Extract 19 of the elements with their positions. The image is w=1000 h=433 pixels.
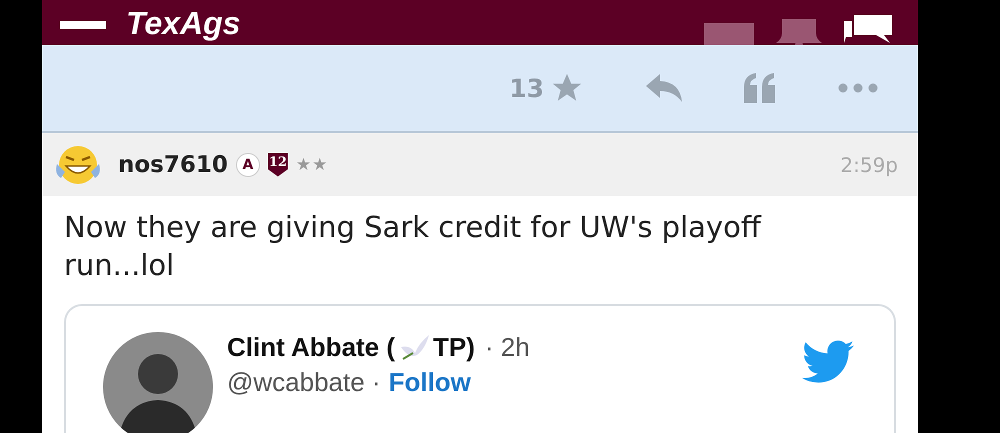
tweet-age: · 2h: [484, 332, 530, 363]
like-count: 13: [509, 74, 544, 102]
bell-icon[interactable]: [774, 19, 824, 45]
shield-badge: 12: [268, 152, 288, 176]
rank-badge: A: [236, 152, 260, 176]
username[interactable]: nos7610: [118, 152, 228, 178]
chat-icon[interactable]: [844, 15, 894, 45]
rank-stars: ★★: [296, 154, 328, 174]
author-handle: @wcabbate ·: [227, 367, 381, 398]
post-time: 2:59p: [840, 152, 898, 176]
quote-icon[interactable]: [744, 73, 776, 103]
follow-link[interactable]: Follow: [388, 367, 471, 398]
author-name[interactable]: Clint Abbate (: [227, 332, 396, 363]
bird-icon[interactable]: [802, 340, 854, 384]
author-name-suffix[interactable]: TP): [433, 332, 475, 363]
post-text: Now they are giving Sark credit for UW's playoff run...lol: [63, 209, 762, 284]
more-icon[interactable]: [838, 83, 878, 93]
reply-icon[interactable]: [646, 74, 682, 102]
site-logo[interactable]: TexAgs: [126, 5, 240, 41]
